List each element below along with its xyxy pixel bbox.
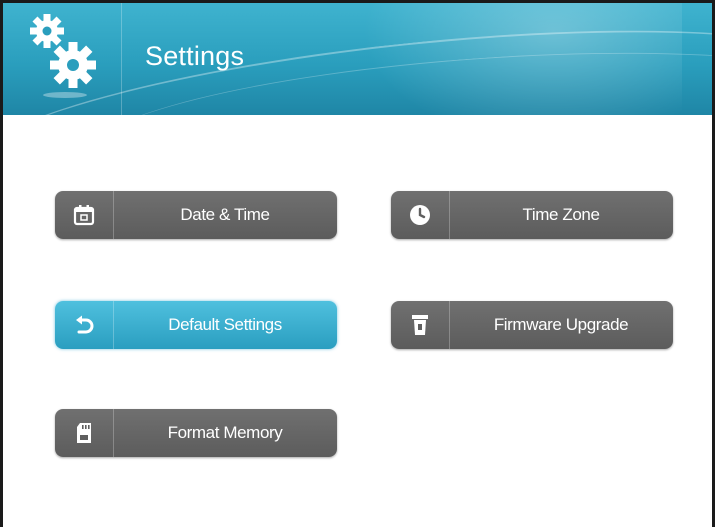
default-settings-button[interactable]: Default Settings (55, 301, 337, 349)
settings-screen: Settings Date & Time Time Zone Default S… (0, 0, 715, 527)
date-time-label: Date & Time (180, 205, 270, 224)
format-memory-button[interactable]: Format Memory (55, 409, 337, 457)
header-bar: Settings (3, 3, 712, 115)
clock-icon (391, 191, 450, 239)
gears-icon (25, 9, 105, 99)
undo-icon (55, 301, 114, 349)
firmware-upgrade-button[interactable]: Firmware Upgrade (391, 301, 673, 349)
firmware-icon (391, 301, 450, 349)
default-settings-label: Default Settings (168, 315, 282, 334)
page-title: Settings (145, 41, 245, 71)
time-zone-label: Time Zone (522, 205, 600, 224)
calendar-icon (55, 191, 114, 239)
date-time-button[interactable]: Date & Time (55, 191, 337, 239)
firmware-upgrade-label: Firmware Upgrade (493, 315, 629, 334)
time-zone-button[interactable]: Time Zone (391, 191, 673, 239)
format-memory-label: Format Memory (167, 423, 283, 442)
sd-card-icon (55, 409, 114, 457)
header-divider (121, 3, 122, 115)
header-shine (362, 3, 682, 115)
